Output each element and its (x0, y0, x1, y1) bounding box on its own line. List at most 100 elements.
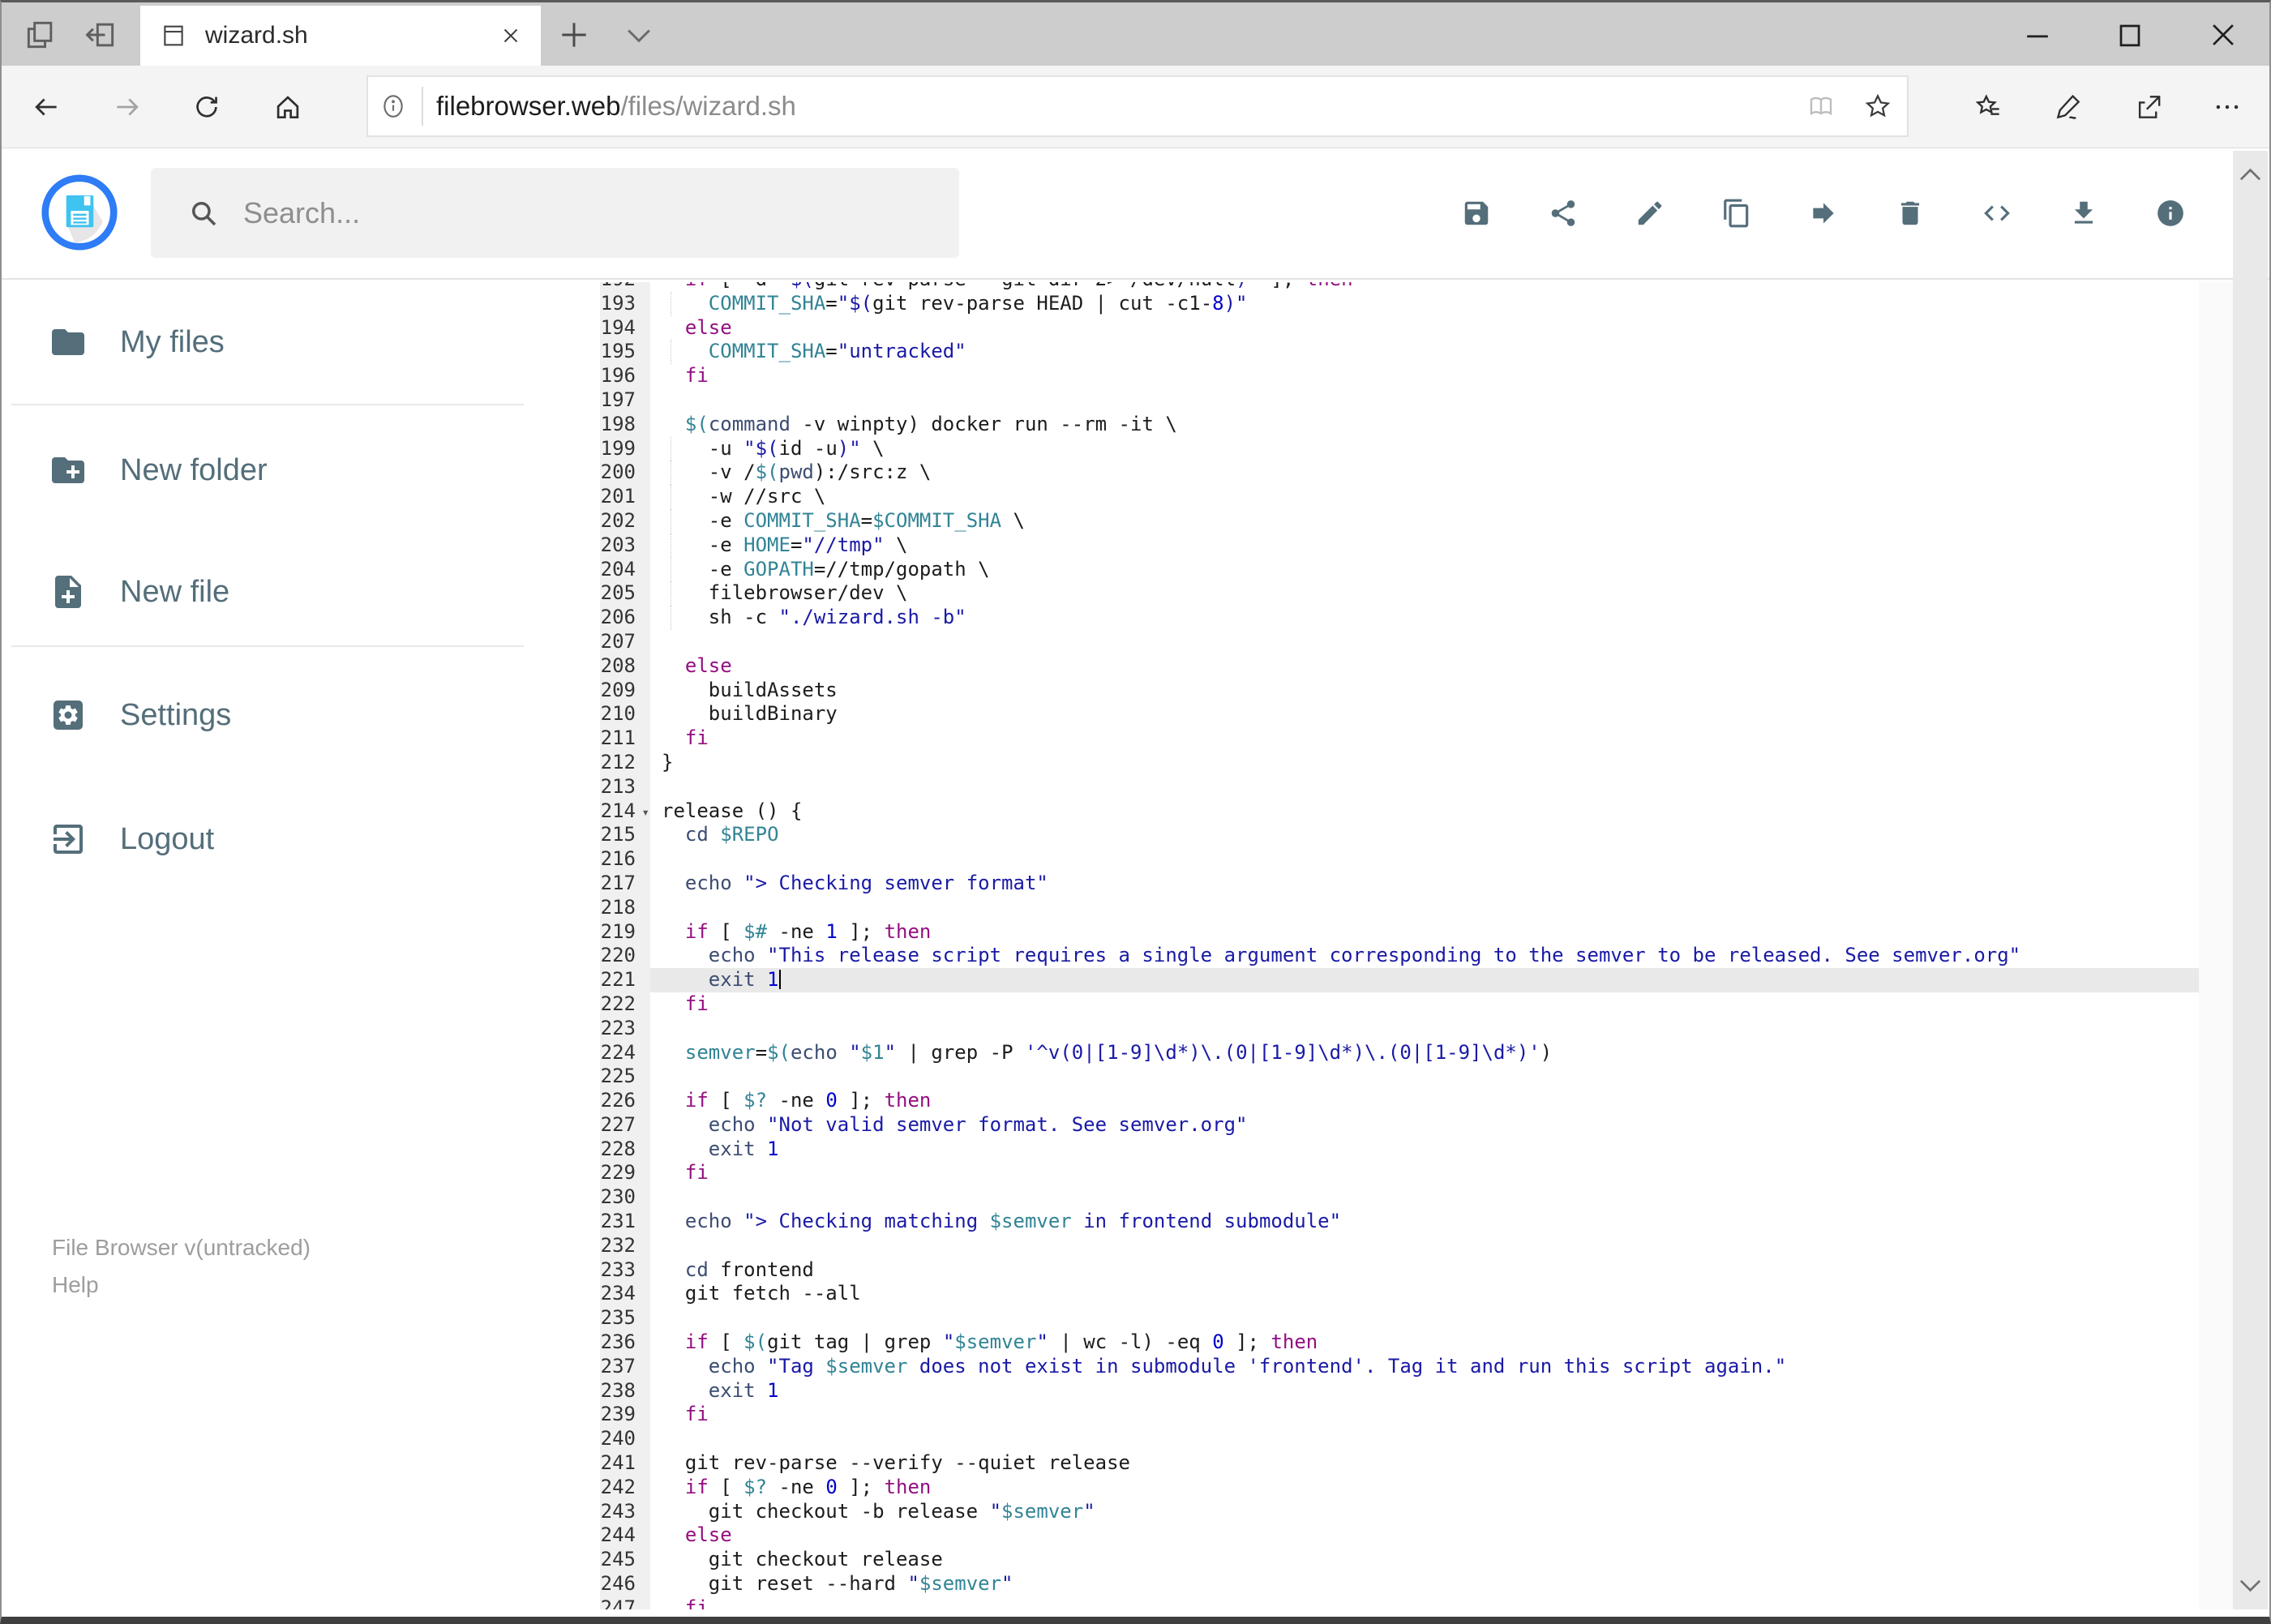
code-line-202[interactable]: 202 -e COMMIT_SHA=$COMMIT_SHA \ (600, 508, 2199, 533)
line-number[interactable]: 196 (600, 364, 650, 388)
code-line-221[interactable]: 221 exit 1 (600, 968, 2199, 992)
code-text[interactable]: git rev-parse --verify --quiet release (650, 1451, 2199, 1476)
line-number[interactable]: 193 (600, 291, 650, 316)
code-line-229[interactable]: 229 fi (600, 1161, 2199, 1186)
search-input[interactable] (242, 195, 959, 231)
code-line-205[interactable]: 205 filebrowser/dev \ (600, 581, 2199, 606)
code-line-208[interactable]: 208 else (600, 653, 2199, 679)
code-line-218[interactable]: 218 (600, 895, 2199, 920)
code-text[interactable]: COMMIT_SHA="untracked" (650, 340, 2199, 364)
line-number[interactable]: 216 (600, 847, 650, 872)
code-text[interactable]: release () { (650, 799, 2199, 824)
line-number[interactable]: 199 (600, 436, 650, 461)
line-number[interactable]: 224 (600, 1040, 650, 1065)
code-text[interactable]: fi (650, 1596, 2199, 1609)
code-line-212[interactable]: 212} (600, 750, 2199, 775)
code-line-239[interactable]: 239 fi (600, 1403, 2199, 1428)
line-number[interactable]: 208 (600, 653, 650, 679)
code-line-233[interactable]: 233 cd frontend (600, 1258, 2199, 1283)
line-number[interactable]: 239 (600, 1403, 650, 1428)
line-number[interactable]: 231 (600, 1210, 650, 1234)
maximize-button[interactable] (2112, 17, 2148, 53)
code-text[interactable]: exit 1 (650, 968, 2199, 992)
sidebar-item-settings[interactable]: Settings (49, 678, 231, 752)
line-number[interactable]: 222 (600, 992, 650, 1017)
sidebar-item-new-file[interactable]: New file (49, 555, 229, 629)
line-number[interactable]: 241 (600, 1451, 650, 1476)
line-number[interactable]: 204 (600, 557, 650, 582)
line-number[interactable]: 244 (600, 1523, 650, 1549)
code-text[interactable] (650, 1234, 2199, 1258)
line-number[interactable]: 243 (600, 1499, 650, 1524)
code-line-241[interactable]: 241 git rev-parse --verify --quiet relea… (600, 1451, 2199, 1476)
code-line-234[interactable]: 234 git fetch --all (600, 1282, 2199, 1307)
code-line-215[interactable]: 215 cd $REPO (600, 823, 2199, 848)
line-number[interactable]: 214 ▾ (600, 799, 650, 824)
code-line-197[interactable]: 197 (600, 388, 2199, 413)
reading-view-icon[interactable] (1806, 92, 1836, 121)
code-line-247[interactable]: 247 fi (600, 1596, 2199, 1609)
page-scrollbar[interactable] (2233, 151, 2268, 1609)
tab-chevron-icon[interactable] (621, 17, 657, 53)
code-line-199[interactable]: 199 -u "$(id -u)" \ (600, 436, 2199, 461)
code-text[interactable]: else (650, 654, 2199, 679)
code-text[interactable]: semver=$(echo "$1" | grep -P '^v(0|[1-9]… (650, 1041, 2199, 1065)
line-number[interactable]: 209 (600, 678, 650, 703)
code-text[interactable]: echo "Tag $semver does not exist in subm… (650, 1355, 2199, 1379)
line-number[interactable]: 194 (600, 315, 650, 341)
code-text[interactable] (650, 630, 2199, 654)
code-text[interactable]: -e HOME="//tmp" \ (650, 533, 2199, 558)
code-line-211[interactable]: 211 fi (600, 726, 2199, 751)
annotate-icon[interactable] (2053, 92, 2084, 122)
more-menu-icon[interactable] (2212, 92, 2243, 122)
code-line-246[interactable]: 246 git reset --hard "$semver" (600, 1572, 2199, 1596)
line-number[interactable]: 245 (600, 1548, 650, 1573)
code-text[interactable]: } (650, 751, 2199, 775)
browser-tab-wizard-sh[interactable]: wizard.sh (140, 6, 541, 66)
code-line-219[interactable]: 219 if [ $# -ne 1 ]; then (600, 919, 2199, 945)
code-view-button[interactable] (1982, 198, 2012, 229)
code-line-231[interactable]: 231 echo "> Checking matching $semver in… (600, 1210, 2199, 1234)
line-number[interactable]: 234 (600, 1282, 650, 1307)
line-number[interactable]: 230 (600, 1185, 650, 1211)
code-line-192[interactable]: 192 if [ -d "$(git rev-parse --git-dir 2… (600, 282, 2199, 292)
line-number[interactable]: 242 (600, 1475, 650, 1500)
code-line-245[interactable]: 245 git checkout release (600, 1548, 2199, 1573)
fold-arrow-icon[interactable]: ▾ (641, 800, 649, 824)
code-text[interactable] (650, 847, 2199, 872)
line-number[interactable]: 223 (600, 1016, 650, 1041)
sidebar-item-new-folder[interactable]: New folder (49, 433, 268, 508)
line-number[interactable]: 236 (600, 1330, 650, 1355)
code-line-235[interactable]: 235 (600, 1306, 2199, 1331)
code-line-195[interactable]: 195 COMMIT_SHA="untracked" (600, 340, 2199, 365)
line-number[interactable]: 217 (600, 871, 650, 896)
line-number[interactable]: 203 (600, 533, 650, 558)
minimize-button[interactable] (2020, 17, 2055, 53)
line-number[interactable]: 202 (600, 508, 650, 533)
line-number[interactable]: 237 (600, 1354, 650, 1379)
tab-previews-icon[interactable] (23, 17, 58, 53)
code-line-210[interactable]: 210 buildBinary (600, 702, 2199, 727)
code-text[interactable]: cd frontend (650, 1258, 2199, 1283)
line-number[interactable]: 213 (600, 774, 650, 799)
code-text[interactable]: cd $REPO (650, 823, 2199, 847)
line-number[interactable]: 198 (600, 412, 650, 437)
code-line-240[interactable]: 240 (600, 1427, 2199, 1452)
code-text[interactable] (650, 896, 2199, 920)
code-line-214[interactable]: 214 ▾ release () { (600, 799, 2199, 824)
code-text[interactable]: fi (650, 1403, 2199, 1427)
code-text[interactable]: git reset --hard "$semver" (650, 1572, 2199, 1596)
code-text[interactable]: git fetch --all (650, 1282, 2199, 1306)
code-line-242[interactable]: 242 if [ $? -ne 0 ]; then (600, 1475, 2199, 1500)
line-number[interactable]: 210 (600, 702, 650, 727)
scroll-down-icon[interactable] (2236, 1571, 2265, 1600)
line-number[interactable]: 233 (600, 1258, 650, 1283)
code-text[interactable]: COMMIT_SHA="$(git rev-parse HEAD | cut -… (650, 291, 2199, 316)
code-text[interactable]: buildAssets (650, 679, 2199, 703)
forward-icon[interactable] (112, 92, 143, 122)
line-number[interactable]: 247 (600, 1596, 650, 1609)
code-text[interactable]: echo "> Checking matching $semver in fro… (650, 1210, 2199, 1234)
line-number[interactable]: 227 (600, 1112, 650, 1138)
line-number[interactable]: 197 (600, 388, 650, 413)
line-number[interactable]: 235 (600, 1306, 650, 1331)
